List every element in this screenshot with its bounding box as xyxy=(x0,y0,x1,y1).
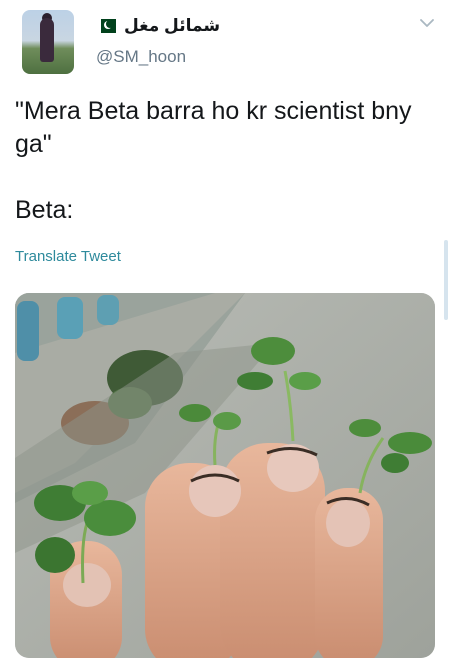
scrollbar[interactable] xyxy=(444,240,448,320)
author-handle[interactable]: @SM_hoon xyxy=(96,47,186,67)
chevron-down-icon[interactable] xyxy=(420,16,434,30)
translate-tweet-link[interactable]: Translate Tweet xyxy=(15,248,121,265)
avatar-figure xyxy=(40,18,54,62)
photo-image xyxy=(15,293,435,658)
tweet-media-image[interactable] xyxy=(15,293,435,658)
author-row: شمائل مغل xyxy=(96,14,220,38)
pakistan-flag-icon xyxy=(96,19,116,33)
author-display-name[interactable]: شمائل مغل xyxy=(124,16,220,36)
tweet-text: "Mera Beta barra ho kr scientist bny ga"… xyxy=(15,97,412,224)
tweet[interactable]: شمائل مغل @SM_hoon "Mera Beta barra ho k… xyxy=(0,0,450,670)
avatar[interactable] xyxy=(22,10,74,74)
